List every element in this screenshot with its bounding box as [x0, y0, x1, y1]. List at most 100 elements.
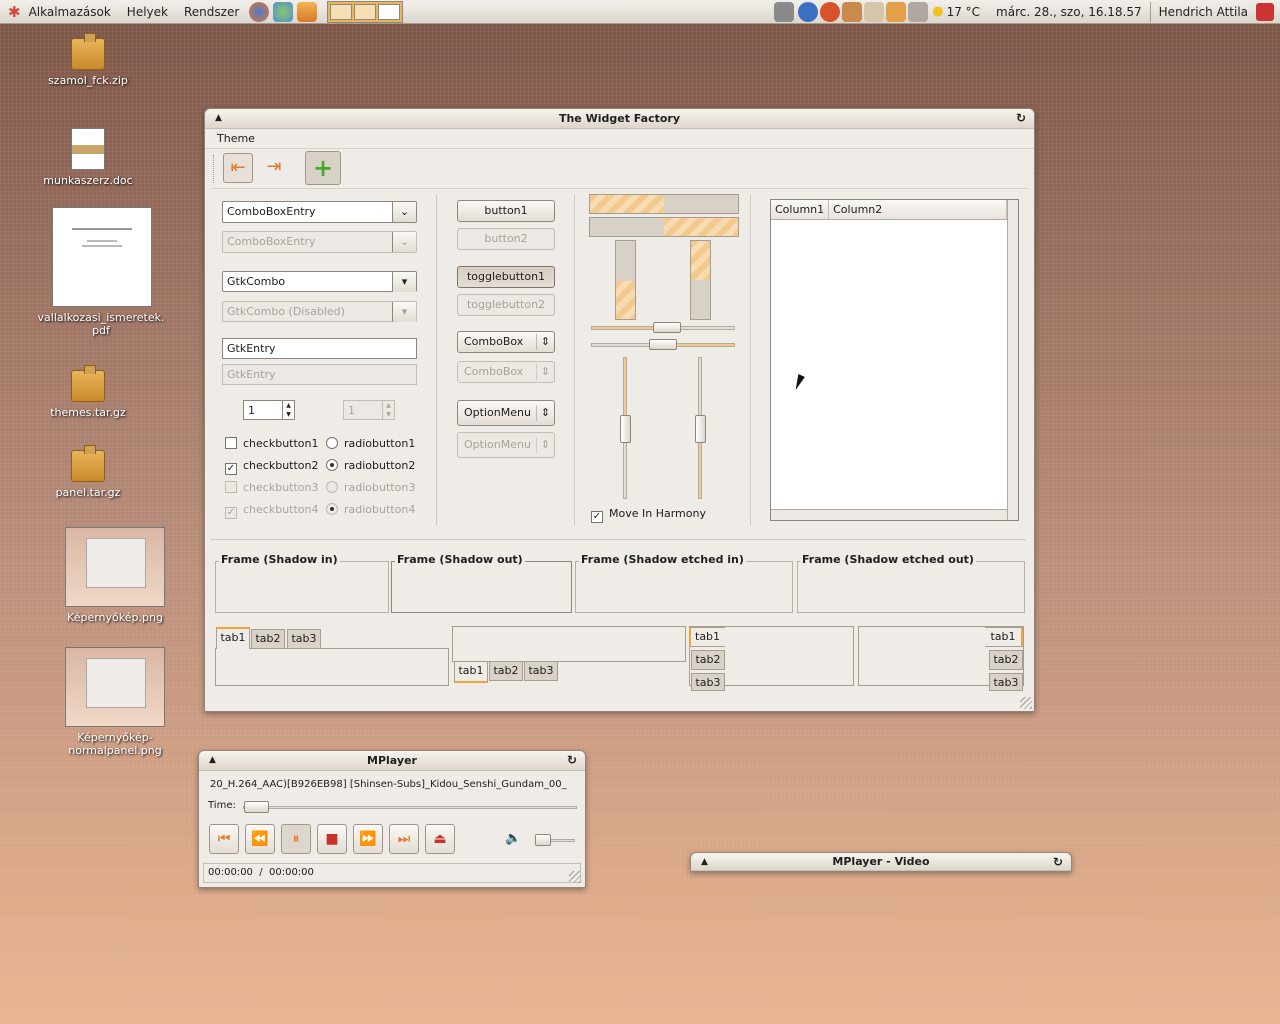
- move-in-harmony[interactable]: ✓ Move In Harmony: [591, 507, 706, 523]
- comboboxentry[interactable]: ComboBoxEntry ⌄: [222, 201, 417, 223]
- chevron-down-icon[interactable]: ▾: [392, 272, 416, 292]
- tab-top-3[interactable]: tab3: [287, 629, 321, 649]
- network-icon[interactable]: [798, 1, 819, 22]
- column-header[interactable]: Column1: [771, 200, 830, 219]
- clipboard-icon[interactable]: [864, 1, 885, 22]
- radio-selected-icon[interactable]: [326, 459, 338, 471]
- workspace-1[interactable]: [330, 3, 353, 20]
- tab-right-3[interactable]: tab3: [989, 673, 1023, 691]
- weather-icon[interactable]: ●: [932, 4, 943, 19]
- window-menu-icon[interactable]: ▲: [215, 109, 222, 128]
- checkbox-checked-icon[interactable]: ✓: [225, 463, 237, 475]
- workspace-3[interactable]: [378, 3, 401, 20]
- last-icon[interactable]: ⇥: [259, 153, 289, 183]
- workspace-switcher[interactable]: [327, 0, 404, 23]
- workspace-2[interactable]: [354, 3, 377, 20]
- vscrollbar[interactable]: [1007, 200, 1018, 520]
- desktop-icon[interactable]: munkaszerz.doc: [28, 128, 148, 187]
- rewind-icon[interactable]: ⏪: [245, 824, 275, 854]
- tab-left-2[interactable]: tab2: [691, 650, 725, 670]
- pause-icon[interactable]: ⏸: [281, 824, 311, 854]
- checkbox-checked-icon[interactable]: ✓: [591, 511, 603, 523]
- tab-bottom-1[interactable]: tab1: [454, 661, 488, 683]
- gtkcombo-text[interactable]: GtkCombo: [227, 275, 285, 288]
- tab-bottom-3[interactable]: tab3: [524, 661, 558, 681]
- spin-value[interactable]: 1: [248, 404, 255, 417]
- menu-theme[interactable]: Theme: [217, 132, 255, 145]
- slider-handle-icon[interactable]: [535, 834, 551, 846]
- titlebar[interactable]: ▲ MPlayer ↻: [199, 751, 585, 771]
- chevron-down-icon[interactable]: ⌄: [392, 202, 416, 222]
- first-icon[interactable]: ⇤: [223, 153, 253, 183]
- button1[interactable]: button1: [457, 200, 555, 222]
- tab-bottom-2[interactable]: tab2: [489, 661, 523, 681]
- slider-handle-icon[interactable]: [649, 339, 677, 350]
- comboboxentry-text[interactable]: ComboBoxEntry: [227, 205, 316, 218]
- volume-icon[interactable]: [908, 1, 929, 22]
- tab-left-1[interactable]: tab1: [689, 627, 725, 647]
- slider-handle-icon[interactable]: [244, 801, 269, 813]
- close-icon[interactable]: ↻: [1053, 853, 1063, 871]
- toolbar-handle[interactable]: [213, 155, 216, 183]
- combobox-text[interactable]: ComboBox: [464, 335, 523, 348]
- gtkcombo[interactable]: GtkCombo ▾: [222, 271, 417, 292]
- user-icon[interactable]: [774, 1, 795, 22]
- updown-icon[interactable]: ⇕: [536, 405, 554, 421]
- optionmenu[interactable]: OptionMenu ⇕: [457, 400, 555, 426]
- skip-back-icon[interactable]: ⏮: [209, 824, 239, 854]
- desktop-icon[interactable]: panel.tar.gz: [28, 445, 148, 499]
- firefox-icon[interactable]: [249, 1, 270, 22]
- togglebutton1[interactable]: togglebutton1: [457, 266, 555, 288]
- close-icon[interactable]: ↻: [1016, 109, 1026, 128]
- checkbutton2[interactable]: ✓ checkbutton2: [225, 459, 319, 475]
- checkbox-icon[interactable]: [225, 437, 237, 449]
- resize-grip-icon[interactable]: [1020, 697, 1032, 709]
- software-icon[interactable]: [297, 1, 318, 22]
- tab-top-2[interactable]: tab2: [251, 629, 285, 649]
- logout-icon[interactable]: [1256, 2, 1274, 21]
- close-icon[interactable]: ↻: [567, 751, 577, 770]
- radiobutton2[interactable]: radiobutton2: [326, 459, 415, 473]
- checkbutton1[interactable]: checkbutton1: [225, 437, 319, 451]
- seek-slider[interactable]: [243, 806, 577, 809]
- weather-temp[interactable]: 17 °C: [944, 5, 988, 19]
- add-icon[interactable]: +: [305, 151, 341, 185]
- titlebar[interactable]: ▲ MPlayer - Video ↻: [691, 853, 1071, 871]
- display-icon[interactable]: [842, 1, 863, 22]
- radio-icon[interactable]: [326, 437, 338, 449]
- package-icon[interactable]: [886, 1, 907, 22]
- menu-places[interactable]: Helyek: [119, 5, 176, 19]
- treeview[interactable]: Column1 Column2: [770, 199, 1019, 521]
- update-icon[interactable]: [820, 1, 841, 22]
- updown-icon[interactable]: ⇕: [536, 334, 554, 350]
- desktop-icon[interactable]: vallalkozasi_ismeretek.pdf: [38, 207, 164, 337]
- combobox[interactable]: ComboBox ⇕: [457, 331, 555, 353]
- eject-icon[interactable]: ⏏: [425, 824, 455, 854]
- desktop-icon[interactable]: Képernyőkép.png: [55, 527, 175, 624]
- optionmenu-text[interactable]: OptionMenu: [464, 406, 531, 419]
- radiobutton1[interactable]: radiobutton1: [326, 437, 415, 451]
- hscrollbar[interactable]: [771, 509, 1007, 520]
- tab-right-2[interactable]: tab2: [989, 650, 1023, 670]
- resize-grip-icon[interactable]: [569, 871, 581, 883]
- slider-handle-icon[interactable]: [620, 415, 631, 443]
- user-name[interactable]: Hendrich Attila: [1151, 5, 1256, 19]
- titlebar[interactable]: ▲ The Widget Factory ↻: [205, 109, 1034, 129]
- fast-forward-icon[interactable]: ⏩: [353, 824, 383, 854]
- menu-applications[interactable]: Alkalmazások: [21, 5, 119, 19]
- messenger-icon[interactable]: [273, 1, 294, 22]
- tab-top-1[interactable]: tab1: [216, 627, 250, 649]
- spin-arrows-icon[interactable]: ▲ ▼: [282, 401, 294, 419]
- tab-right-1[interactable]: tab1: [985, 627, 1023, 647]
- desktop-icon[interactable]: themes.tar.gz: [28, 365, 148, 419]
- stop-icon[interactable]: ■: [317, 824, 347, 854]
- column-header[interactable]: Column2: [829, 200, 1007, 219]
- gtkentry[interactable]: GtkEntry: [222, 338, 417, 359]
- spin-button[interactable]: 1 ▲ ▼: [243, 400, 295, 420]
- skip-forward-icon[interactable]: ⏭: [389, 824, 419, 854]
- clock[interactable]: márc. 28., szo, 16.18.57: [988, 5, 1150, 19]
- window-menu-icon[interactable]: ▲: [701, 853, 708, 871]
- slider-handle-icon[interactable]: [653, 322, 681, 333]
- desktop-icon[interactable]: szamol_fck.zip: [28, 33, 148, 87]
- tab-left-3[interactable]: tab3: [691, 673, 725, 691]
